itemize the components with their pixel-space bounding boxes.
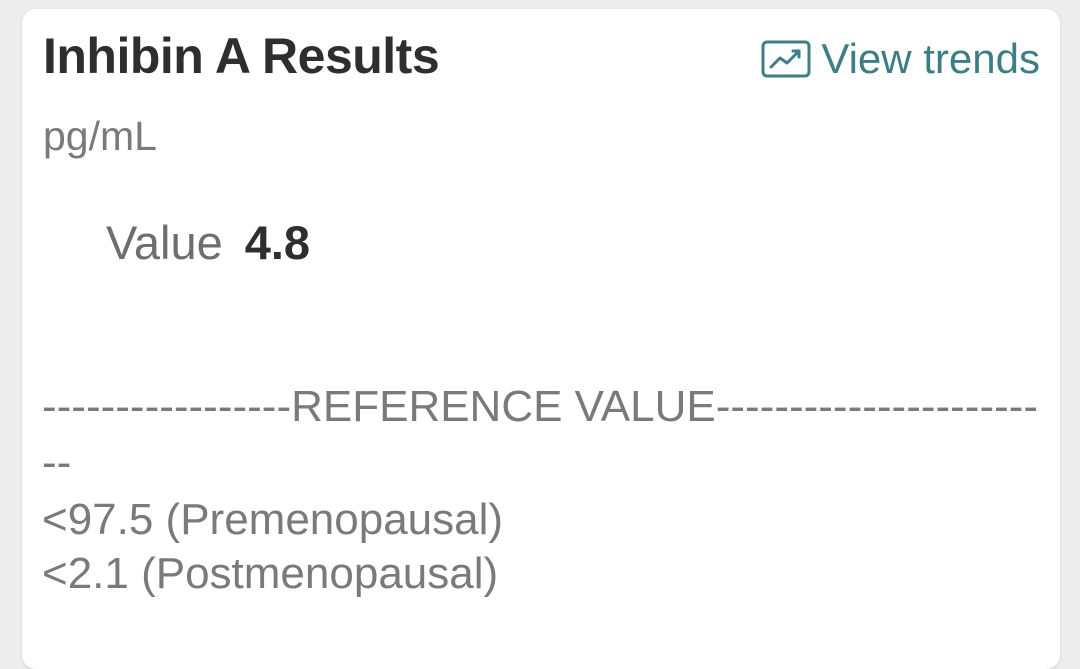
view-trends-link[interactable]: View trends — [761, 35, 1040, 83]
reference-range-postmenopausal: <2.1 (Postmenopausal) — [42, 549, 499, 598]
result-value-row: Value 4.8 — [106, 215, 310, 270]
reference-range-premenopausal: <97.5 (Premenopausal) — [42, 495, 504, 544]
reference-value-header: -----------------REFERENCE VALUE--------… — [42, 382, 1039, 487]
trend-chart-icon — [761, 39, 811, 79]
view-trends-label: View trends — [821, 35, 1040, 82]
card-title: Inhibin A Results — [43, 28, 440, 84]
result-value: 4.8 — [244, 216, 311, 269]
unit-label: pg/mL — [43, 113, 157, 159]
results-card: Inhibin A Results View trends pg/mL Valu… — [22, 9, 1060, 669]
value-label: Value — [106, 216, 223, 269]
